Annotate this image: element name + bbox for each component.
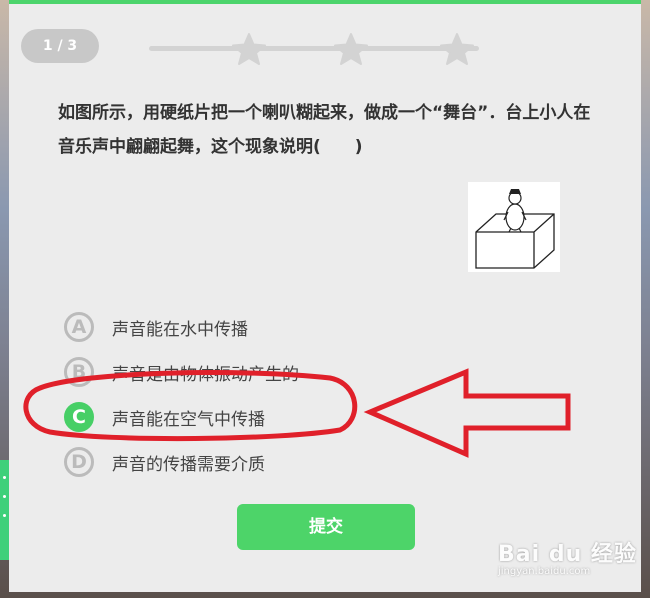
option-b[interactable]: B 声音是由物体振动产生的 <box>64 355 299 389</box>
progress-star-icon <box>232 33 266 65</box>
option-a[interactable]: A 声音能在水中传播 <box>64 310 248 344</box>
option-c[interactable]: C 声音能在空气中传播 <box>64 400 265 434</box>
submit-button[interactable]: 提交 <box>237 504 415 550</box>
option-text: 声音能在水中传播 <box>112 319 248 340</box>
option-text: 声音能在空气中传播 <box>112 409 265 430</box>
question-text: 如图所示，用硬纸片把一个喇叭糊起来，做成一个“舞台”．台上小人在音乐声中翩翩起舞… <box>58 103 591 157</box>
quiz-card: 1 / 3 如图所示，用硬纸片把一个喇叭糊起来，做成一个“舞台”．台上小人在音乐… <box>9 0 641 592</box>
side-tab[interactable] <box>0 460 9 560</box>
option-letter-badge: D <box>64 447 94 477</box>
stage-figure-image <box>468 182 560 272</box>
progress-bar <box>149 32 479 68</box>
option-text: 声音的传播需要介质 <box>112 454 265 475</box>
question-counter: 1 / 3 <box>21 29 99 63</box>
progress-star-icon <box>440 33 474 65</box>
baidu-watermark: Bai du 经验 jingyan.baidu.com <box>498 536 637 577</box>
progress-track <box>149 46 479 51</box>
option-text: 声音是由物体振动产生的 <box>112 364 299 385</box>
progress-star-icon <box>334 33 368 65</box>
option-letter-badge: C <box>64 402 94 432</box>
option-letter-badge: B <box>64 357 94 387</box>
option-letter-badge: A <box>64 312 94 342</box>
watermark-brand: Bai du 经验 <box>498 542 637 567</box>
option-d[interactable]: D 声音的传播需要介质 <box>64 445 265 479</box>
